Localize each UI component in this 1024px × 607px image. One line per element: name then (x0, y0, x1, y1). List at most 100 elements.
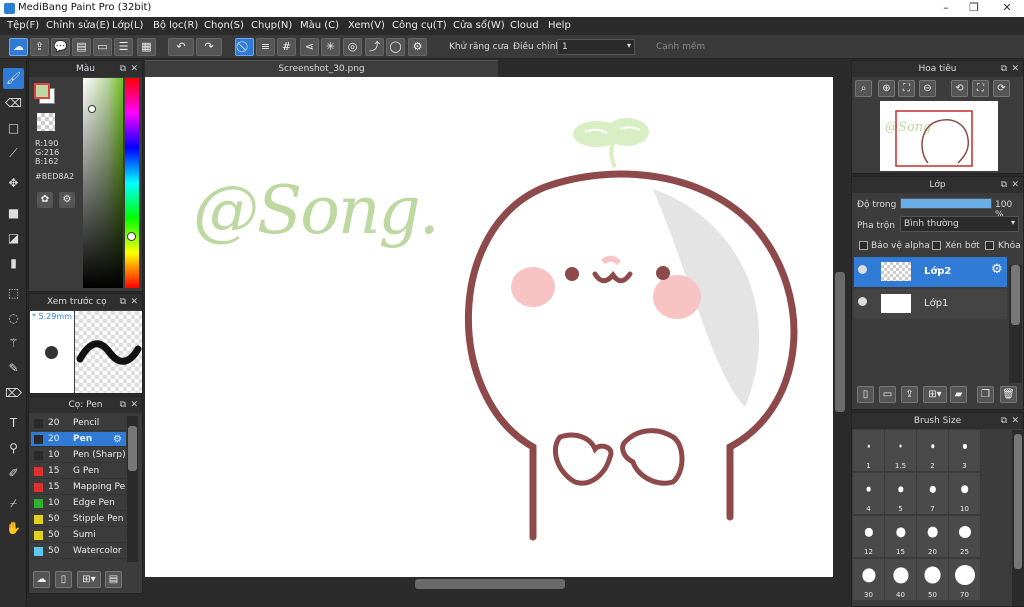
scrollbar-thumb[interactable] (1011, 265, 1020, 325)
eyedropper-tool-icon[interactable]: ⌿ (3, 493, 24, 514)
text-tool-icon[interactable]: T (3, 413, 24, 434)
menu-window[interactable]: Cửa sổ(W) (453, 20, 505, 31)
brush-item-pen[interactable]: 20 Pen ⚙ (31, 432, 126, 447)
lasso-tool-icon[interactable]: ◌ (3, 308, 24, 329)
close-icon[interactable]: ✕ (130, 61, 138, 77)
brush-size-cell[interactable]: 2 (917, 430, 949, 472)
page-list-icon[interactable]: ☰ (114, 38, 133, 56)
brush-size-cell[interactable]: 3 (949, 430, 981, 472)
undock-icon[interactable]: ⧉ (1001, 177, 1007, 193)
close-icon[interactable]: ✕ (130, 397, 138, 413)
add-layer-menu-icon[interactable]: ⊞▾ (923, 386, 947, 403)
fill-tool-icon[interactable]: ■ (3, 203, 24, 224)
menu-snap[interactable]: Chụp(N) (251, 20, 292, 31)
rotate-right-icon[interactable]: ⟳ (993, 80, 1010, 97)
menu-view[interactable]: Xem(V) (348, 20, 385, 31)
snap-radial-icon[interactable]: ✳ (321, 38, 340, 56)
select-eraser-tool-icon[interactable]: ⌦ (3, 383, 24, 404)
scrollbar-thumb[interactable] (128, 426, 137, 471)
undock-icon[interactable]: ⧉ (1001, 61, 1007, 77)
redo-button[interactable]: ↷ (196, 38, 222, 56)
saturation-value-picker[interactable] (83, 78, 123, 288)
snap-off-icon[interactable]: ⃠ (235, 38, 254, 56)
close-button[interactable]: ✕ (990, 0, 1024, 16)
brush-size-cell[interactable]: 7 (917, 473, 949, 515)
brush-item-mapping-pen[interactable]: 15 Mapping Pen (31, 480, 126, 495)
scrollbar-thumb[interactable] (415, 579, 565, 589)
new-layer-icon[interactable]: ▯ (857, 386, 874, 403)
chat-icon[interactable]: 💬 (51, 38, 70, 56)
brush-size-cell[interactable]: 25 (949, 516, 981, 558)
add-brush-menu-icon[interactable]: ⊞▾ (77, 571, 101, 588)
brush-size-cell[interactable]: 15 (885, 516, 917, 558)
menu-select[interactable]: Chọn(S) (204, 20, 244, 31)
scrollbar-thumb[interactable] (1014, 434, 1022, 569)
canvas-horizontal-scrollbar[interactable] (145, 577, 833, 591)
minimize-button[interactable]: – (932, 0, 960, 16)
cloud-brush-icon[interactable]: ☁ (33, 571, 50, 588)
close-icon[interactable]: ✕ (130, 294, 138, 310)
menu-layer[interactable]: Lớp(L) (112, 20, 143, 31)
layer-row[interactable]: Lớp1 (854, 289, 1007, 319)
layer-scrollbar[interactable] (1009, 265, 1022, 383)
brush-size-cell[interactable]: 12 (853, 516, 885, 558)
import-layer-icon[interactable]: ⇪ (901, 386, 918, 403)
snap-curve-icon[interactable]: ⤴ (365, 38, 384, 56)
brush-item-pen-sharp[interactable]: 10 Pen (Sharp) (31, 448, 126, 463)
close-icon[interactable]: ✕ (1011, 413, 1019, 429)
undo-button[interactable]: ↶ (168, 38, 194, 56)
navigator-thumbnail[interactable]: @Song (880, 101, 998, 171)
eye-icon[interactable] (858, 265, 867, 274)
brush-item-edge-pen[interactable]: 10 Edge Pen (31, 496, 126, 511)
hand-tool-icon[interactable]: ✋ (3, 518, 24, 539)
magic-wand-tool-icon[interactable]: ⚚ (3, 333, 24, 354)
color-settings-icon[interactable]: ⚙ (59, 192, 75, 208)
dot-tool-icon[interactable]: □ (3, 118, 24, 139)
select-pen-tool-icon[interactable]: ✎ (3, 358, 24, 379)
eraser-tool-icon[interactable]: ⌫ (3, 93, 24, 114)
duplicate-layer-icon[interactable]: ❐ (977, 386, 994, 403)
new-brush-icon[interactable]: ▯ (55, 571, 72, 588)
hue-slider[interactable] (125, 78, 139, 288)
brush-size-cell[interactable]: 10 (949, 473, 981, 515)
cloud-save-icon[interactable]: ☁ (9, 38, 28, 56)
opacity-slider[interactable] (900, 198, 992, 209)
fit-icon[interactable]: ⛶ (898, 80, 915, 97)
snap-concentric-icon[interactable]: ◎ (343, 38, 362, 56)
brush-tool-icon[interactable]: 🖌 (3, 68, 24, 89)
menu-tools[interactable]: Công cụ(T) (392, 20, 447, 31)
canvas-vertical-scrollbar[interactable] (833, 77, 847, 577)
brush-size-cell[interactable]: 4 (853, 473, 885, 515)
foreground-color-swatch[interactable] (34, 83, 50, 99)
blend-mode-select[interactable]: Bình thường ▾ (900, 216, 1019, 232)
brush-size-cell[interactable]: 5 (885, 473, 917, 515)
operation-tool-icon[interactable]: ✐ (3, 463, 24, 484)
brush-list-scrollbar[interactable] (127, 416, 138, 562)
snap-grid-icon[interactable]: # (277, 38, 296, 56)
menu-edit[interactable]: Chỉnh sửa(E) (46, 20, 110, 31)
close-icon[interactable]: ✕ (1011, 61, 1019, 77)
brush-size-cell[interactable]: 20 (917, 516, 949, 558)
move-tool-icon[interactable]: ✥ (3, 173, 24, 194)
brush-size-cell[interactable]: 1 (853, 430, 885, 472)
page-icon[interactable]: ▭ (93, 38, 112, 56)
layer-row-selected[interactable]: Lớp2 ⚙ (854, 257, 1007, 287)
brush-size-cell[interactable]: 70 (949, 559, 981, 601)
flip-icon[interactable]: ⛶ (972, 80, 989, 97)
line-tool-icon[interactable]: ⟋ (3, 143, 24, 164)
color-palette-icon[interactable]: ✿ (37, 192, 53, 208)
undock-icon[interactable]: ⧉ (120, 61, 126, 77)
menu-filter[interactable]: Bộ lọc(R) (153, 20, 198, 31)
gear-icon[interactable]: ⚙ (113, 432, 122, 447)
eye-icon[interactable] (858, 297, 867, 306)
protect-alpha-checkbox[interactable] (859, 241, 868, 250)
bucket-tool-icon[interactable]: ◪ (3, 228, 24, 249)
drawing-canvas[interactable]: @Song. (145, 77, 833, 577)
maximize-button[interactable]: ❐ (960, 0, 988, 16)
select-rect-tool-icon[interactable]: ⬚ (3, 283, 24, 304)
divide-tool-icon[interactable]: ⚲ (3, 438, 24, 459)
menu-cloud[interactable]: Cloud (510, 20, 539, 31)
share-icon[interactable]: ⇪ (30, 38, 49, 56)
snap-ellipse-icon[interactable]: ◯ (386, 38, 405, 56)
brush-size-cell[interactable]: 1.5 (885, 430, 917, 472)
